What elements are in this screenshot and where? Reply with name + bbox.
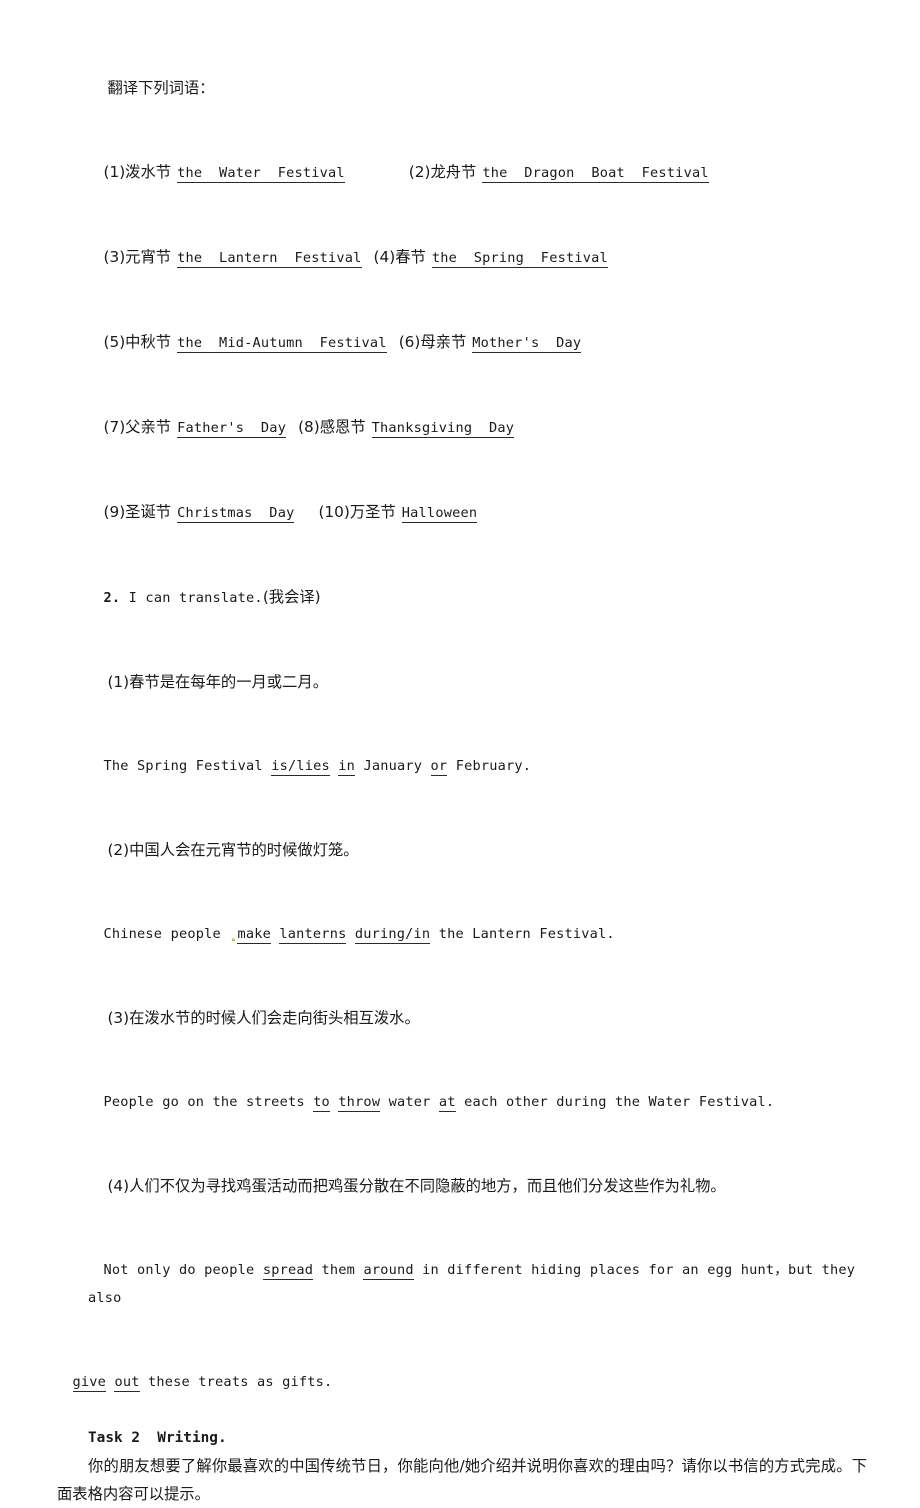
answer-blank: lanterns <box>279 926 347 944</box>
translate-item-1-number: (1) <box>107 673 130 691</box>
answer-blank: at <box>438 1094 456 1112</box>
answer-blank: to <box>313 1094 330 1112</box>
answer-text: Not only do people <box>103 1262 263 1278</box>
translate-item-2-answer: Chinese people ˳make lanterns during/in … <box>57 892 865 976</box>
vocab-item-7-chinese: 父亲节 <box>125 418 172 436</box>
answer-text: Chinese people <box>103 926 230 942</box>
vocab-line-4: (7)父亲节 Father's Day (8)感恩节 Thanksgiving Day <box>57 385 865 470</box>
translate-item-3-prompt: (3)在泼水节的时候人们会走向街头相互泼水。 <box>57 976 865 1060</box>
section2-number: 2. <box>103 590 121 606</box>
translate-item-4-answer-wrapped: give out these treats as gifts. <box>57 1340 865 1424</box>
answer-blank: is/lies <box>271 758 330 776</box>
section-heading: 翻译下列词语： <box>57 46 865 130</box>
vocab-item-6-answer: Mother's Day <box>472 335 582 353</box>
section2-title-en: I can translate. <box>120 590 263 606</box>
vocab-item-4-answer: the Spring Festival <box>431 250 608 268</box>
section-heading-text: 翻译下列词语： <box>107 79 215 97</box>
vocab-item-6-number: (6) <box>398 333 421 351</box>
vocab-item-3-answer: the Lantern Festival <box>177 250 362 268</box>
answer-text: each other during the Water Festival. <box>455 1094 775 1110</box>
vocab-item-6-chinese: 母亲节 <box>420 333 467 351</box>
translate-item-1-answer: The Spring Festival is/lies in January o… <box>57 724 865 808</box>
worksheet-page: 翻译下列词语： (1)泼水节 the Water Festival (2)龙舟节 th… <box>0 0 920 1503</box>
vocab-item-10-number: (10) <box>318 503 350 521</box>
answer-text <box>346 926 354 942</box>
vocab-item-7-number: (7) <box>103 418 126 436</box>
vocab-item-5-number: (5) <box>103 333 126 351</box>
vocab-item-5-chinese: 中秋节 <box>125 333 172 351</box>
answer-blank: around <box>363 1262 414 1280</box>
vocab-line-2: (3)元宵节 the Lantern Festival (4)春节 the Sprin… <box>57 215 865 300</box>
answer-text: People go on the streets <box>103 1094 314 1110</box>
translate-item-4-prompt: (4)人们不仅为寻找鸡蛋活动而把鸡蛋分散在不同隐蔽的地方，而且他们分发这些作为礼… <box>57 1144 865 1228</box>
answer-text: January <box>355 758 431 774</box>
answer-blank: make <box>237 926 271 944</box>
vocab-item-3-number: (3) <box>103 248 126 266</box>
vocab-item-10-chinese: 万圣节 <box>349 503 396 521</box>
answer-text: February. <box>447 758 532 774</box>
answer-text: them <box>313 1262 364 1278</box>
translate-item-3-chinese: 在泼水节的时候人们会走向街头相互泼水。 <box>129 1009 420 1027</box>
vocab-item-2-number: (2) <box>408 163 431 181</box>
vocab-item-4-number: (4) <box>373 248 396 266</box>
translate-item-4-answer: Not only do people spread them around in… <box>57 1228 865 1340</box>
translate-item-4-number: (4) <box>107 1177 130 1195</box>
answer-text: The Spring Festival <box>103 758 272 774</box>
vocab-item-3-chinese: 元宵节 <box>125 248 172 266</box>
translate-item-2-prompt: (2)中国人会在元宵节的时候做灯笼。 <box>57 808 865 892</box>
answer-blank: spread <box>262 1262 314 1280</box>
vocab-item-5-answer: the Mid-Autumn Festival <box>177 335 387 353</box>
answer-blank: in <box>338 758 356 776</box>
vocab-line-1: (1)泼水节 the Water Festival (2)龙舟节 the Dragon… <box>57 130 865 215</box>
answer-text: these treats as gifts. <box>139 1374 333 1390</box>
vocab-item-7-answer: Father's Day <box>177 420 287 438</box>
section2-header: 2. I can translate.(我会译) <box>57 555 865 640</box>
task2-body: 你的朋友想要了解你最喜欢的中国传统节日，你能向他/她介绍并说明你喜欢的理由吗？请… <box>57 1457 867 1503</box>
vocab-item-1-chinese: 泼水节 <box>125 163 172 181</box>
vocab-item-4-chinese: 春节 <box>395 248 426 266</box>
translate-item-4-chinese: 人们不仅为寻找鸡蛋活动而把鸡蛋分散在不同隐蔽的地方，而且他们分发这些作为礼物。 <box>129 1177 726 1195</box>
vocab-item-10-answer: Halloween <box>401 505 478 523</box>
translate-item-3-answer: People go on the streets to throw water … <box>57 1060 865 1144</box>
answer-blank: give <box>72 1374 107 1392</box>
vocab-line-5: (9)圣诞节 Christmas Day (10)万圣节 Halloween <box>57 470 865 555</box>
vocab-item-8-chinese: 感恩节 <box>319 418 366 436</box>
translate-item-1-chinese: 春节是在每年的一月或二月。 <box>129 673 328 691</box>
answer-blank: throw <box>338 1094 381 1112</box>
vocab-item-9-number: (9) <box>103 503 126 521</box>
translate-item-2-chinese: 中国人会在元宵节的时候做灯笼。 <box>129 841 359 859</box>
translate-item-1-prompt: (1)春节是在每年的一月或二月。 <box>57 640 865 724</box>
translate-item-3-number: (3) <box>107 1009 130 1027</box>
vocab-item-8-answer: Thanksgiving Day <box>371 420 515 438</box>
translate-item-2-number: (2) <box>107 841 130 859</box>
vocab-line-3: (5)中秋节 the Mid-Autumn Festival (6)母亲节 Mothe… <box>57 300 865 385</box>
answer-text: water <box>380 1094 439 1110</box>
vocab-item-1-answer: the Water Festival <box>177 165 345 183</box>
vocab-item-9-chinese: 圣诞节 <box>125 503 172 521</box>
vocab-item-1-number: (1) <box>103 163 126 181</box>
answer-text: the Lantern Festival. <box>430 926 615 942</box>
answer-blank: or <box>430 758 448 776</box>
section2-title-cn: (我会译) <box>262 588 321 606</box>
vocab-item-2-chinese: 龙舟节 <box>430 163 477 181</box>
answer-blank: during/in <box>354 926 431 944</box>
task2-heading: Task 2 Writing. <box>88 1430 227 1446</box>
vocab-item-9-answer: Christmas Day <box>177 505 295 523</box>
vocab-item-2-answer: the Dragon Boat Festival <box>482 165 709 183</box>
answer-blank: out <box>114 1374 140 1392</box>
vocab-item-8-number: (8) <box>298 418 320 436</box>
